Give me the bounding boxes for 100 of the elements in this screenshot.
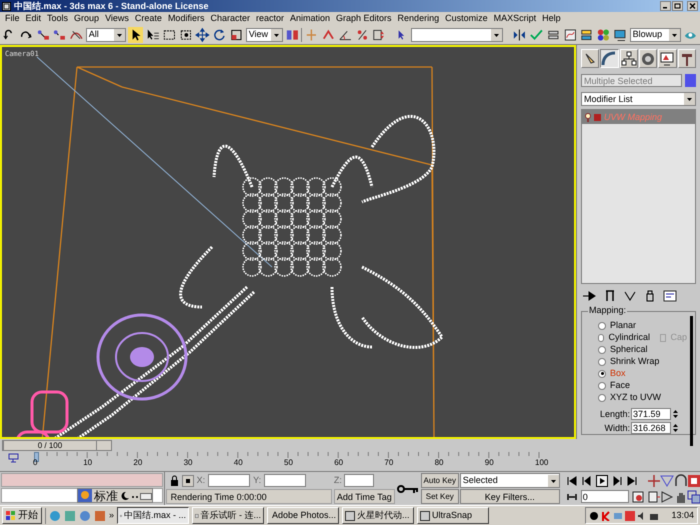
maxscript-listener-field[interactable]: [1, 473, 163, 487]
time-slider[interactable]: 0 / 100: [2, 440, 112, 451]
menu-item[interactable]: Graph Editors: [333, 14, 395, 23]
curve-editor-icon[interactable]: [8, 453, 20, 463]
radio-button[interactable]: [598, 358, 606, 366]
menu-item[interactable]: Views: [102, 14, 132, 23]
time-slider-thumb[interactable]: 0 / 100: [3, 441, 97, 450]
menu-item[interactable]: Edit: [22, 14, 44, 23]
frame-number: 10: [83, 459, 92, 467]
key-filters-button[interactable]: Key Filters...: [460, 489, 560, 504]
ime-logo-icon: [78, 489, 92, 502]
radio-label: XYZ to UVW: [610, 393, 662, 402]
coordinate-field[interactable]: [208, 474, 250, 487]
radio-label: Cylindrical: [608, 333, 650, 342]
perspective-icon[interactable]: [660, 490, 674, 504]
taskbar-button[interactable]: Adobe Photos...: [267, 507, 340, 524]
rollout-scrollbar[interactable]: [690, 316, 693, 446]
radio-label: Box: [610, 369, 626, 378]
menu-item[interactable]: Modifiers: [164, 14, 208, 23]
menu-item[interactable]: Rendering: [394, 14, 442, 23]
menu-item[interactable]: Character: [207, 14, 253, 23]
dolly-icon[interactable]: [646, 490, 661, 504]
length-field[interactable]: 371.59: [631, 408, 671, 420]
ime-toolbar[interactable]: 标准: [77, 488, 153, 503]
menu-item[interactable]: File: [2, 14, 23, 23]
taskbar-button[interactable]: 中国结.max - ...: [117, 507, 190, 524]
menu-item[interactable]: Tools: [44, 14, 72, 23]
render-type-dropdown[interactable]: Blowup: [630, 28, 682, 42]
radio-button[interactable]: [598, 346, 606, 354]
rotate-icon[interactable]: [212, 26, 227, 42]
menu-item[interactable]: Create: [132, 14, 165, 23]
bulb-icon: [585, 112, 591, 122]
more-button[interactable]: »: [109, 511, 114, 520]
frame-number: 0: [33, 459, 38, 467]
pan-icon[interactable]: [646, 474, 661, 488]
maximize-toggle-icon[interactable]: [687, 474, 700, 488]
move-icon[interactable]: [195, 26, 210, 42]
auto-key-button[interactable]: Auto Key: [420, 473, 459, 488]
current-frame-field[interactable]: 0: [580, 490, 629, 503]
selection-filter-dropdown[interactable]: All: [86, 28, 126, 42]
clock: 13:04: [671, 511, 694, 520]
radio-button[interactable]: [598, 394, 606, 402]
radio-button[interactable]: [598, 382, 606, 390]
display-icon: [659, 50, 676, 66]
menu-item[interactable]: Help: [539, 14, 564, 23]
next-frame-icon[interactable]: [610, 474, 623, 486]
configure-sets-icon[interactable]: [662, 288, 678, 304]
command-panel-tab[interactable]: [600, 49, 619, 68]
time-configuration-icon[interactable]: [632, 490, 644, 502]
close-icon[interactable]: [687, 1, 698, 11]
radio-button[interactable]: [598, 370, 606, 378]
menu-item[interactable]: Customize: [442, 14, 491, 23]
taskbar-button[interactable]: 音乐试听 - 连...: [192, 507, 264, 524]
window-title: 中国结.max - 3ds max 6 - Stand-alone License: [14, 2, 209, 10]
radio-label: Planar: [610, 321, 636, 330]
frame-number: 70: [384, 459, 394, 467]
material-editor-icon[interactable]: [596, 26, 611, 42]
radio-label: Spherical: [610, 345, 648, 354]
go-to-start-icon[interactable]: [566, 474, 578, 486]
lock-icon[interactable]: [170, 475, 179, 486]
orbit-icon[interactable]: [674, 474, 688, 488]
taskbar-button[interactable]: 火星时代动...: [342, 507, 414, 524]
restore-icon[interactable]: [672, 1, 683, 11]
previous-frame-icon[interactable]: [580, 474, 593, 486]
radio-label: Shrink Wrap: [610, 357, 660, 366]
key-mode-dropdown[interactable]: Selected: [460, 473, 560, 488]
menu-item[interactable]: reactor: [252, 14, 287, 23]
frame-number: 30: [184, 459, 192, 467]
start-button[interactable]: 开始: [2, 507, 42, 524]
add-time-tag-button[interactable]: Add Time Tag: [334, 489, 395, 504]
windows-flag-icon: [6, 510, 16, 520]
coordinate-field[interactable]: [264, 474, 306, 487]
modifier-icon: [594, 114, 601, 120]
key-icon[interactable]: [396, 483, 419, 495]
maxscript-input-field[interactable]: 标准: [1, 488, 163, 503]
coordinate-field[interactable]: [344, 474, 374, 487]
menu-item[interactable]: Group: [71, 14, 102, 23]
go-to-end-icon[interactable]: [626, 474, 638, 486]
set-key-button[interactable]: Set Key: [420, 489, 459, 504]
frame-number: 90: [484, 459, 494, 467]
menu-item[interactable]: MAXScript: [490, 14, 540, 23]
radio-button[interactable]: [598, 322, 606, 330]
rendering-time-text: Rendering Time 0:00:00: [166, 489, 332, 504]
play-icon[interactable]: [596, 474, 608, 486]
modifier-list-dropdown[interactable]: Modifier List: [581, 92, 696, 106]
named-selection-dropdown[interactable]: [410, 28, 503, 42]
field-of-view-icon[interactable]: [660, 474, 674, 488]
width-field[interactable]: 316.268: [631, 422, 671, 434]
radio-button[interactable]: [598, 334, 604, 342]
reference-coordinate-dropdown[interactable]: View: [246, 28, 283, 42]
menu-item[interactable]: Animation: [286, 14, 334, 23]
curve-editor-icon[interactable]: [562, 26, 578, 42]
taskbar-button[interactable]: UltraSnap: [417, 507, 490, 524]
moon-icon: [120, 490, 130, 500]
object-color-swatch[interactable]: [685, 74, 696, 87]
frame-number: 100: [535, 459, 548, 467]
zoom-extents-icon[interactable]: [687, 490, 700, 504]
absolute-mode-icon[interactable]: [182, 474, 194, 486]
minimize-icon[interactable]: [660, 1, 671, 11]
mirror-icon[interactable]: [512, 26, 528, 42]
